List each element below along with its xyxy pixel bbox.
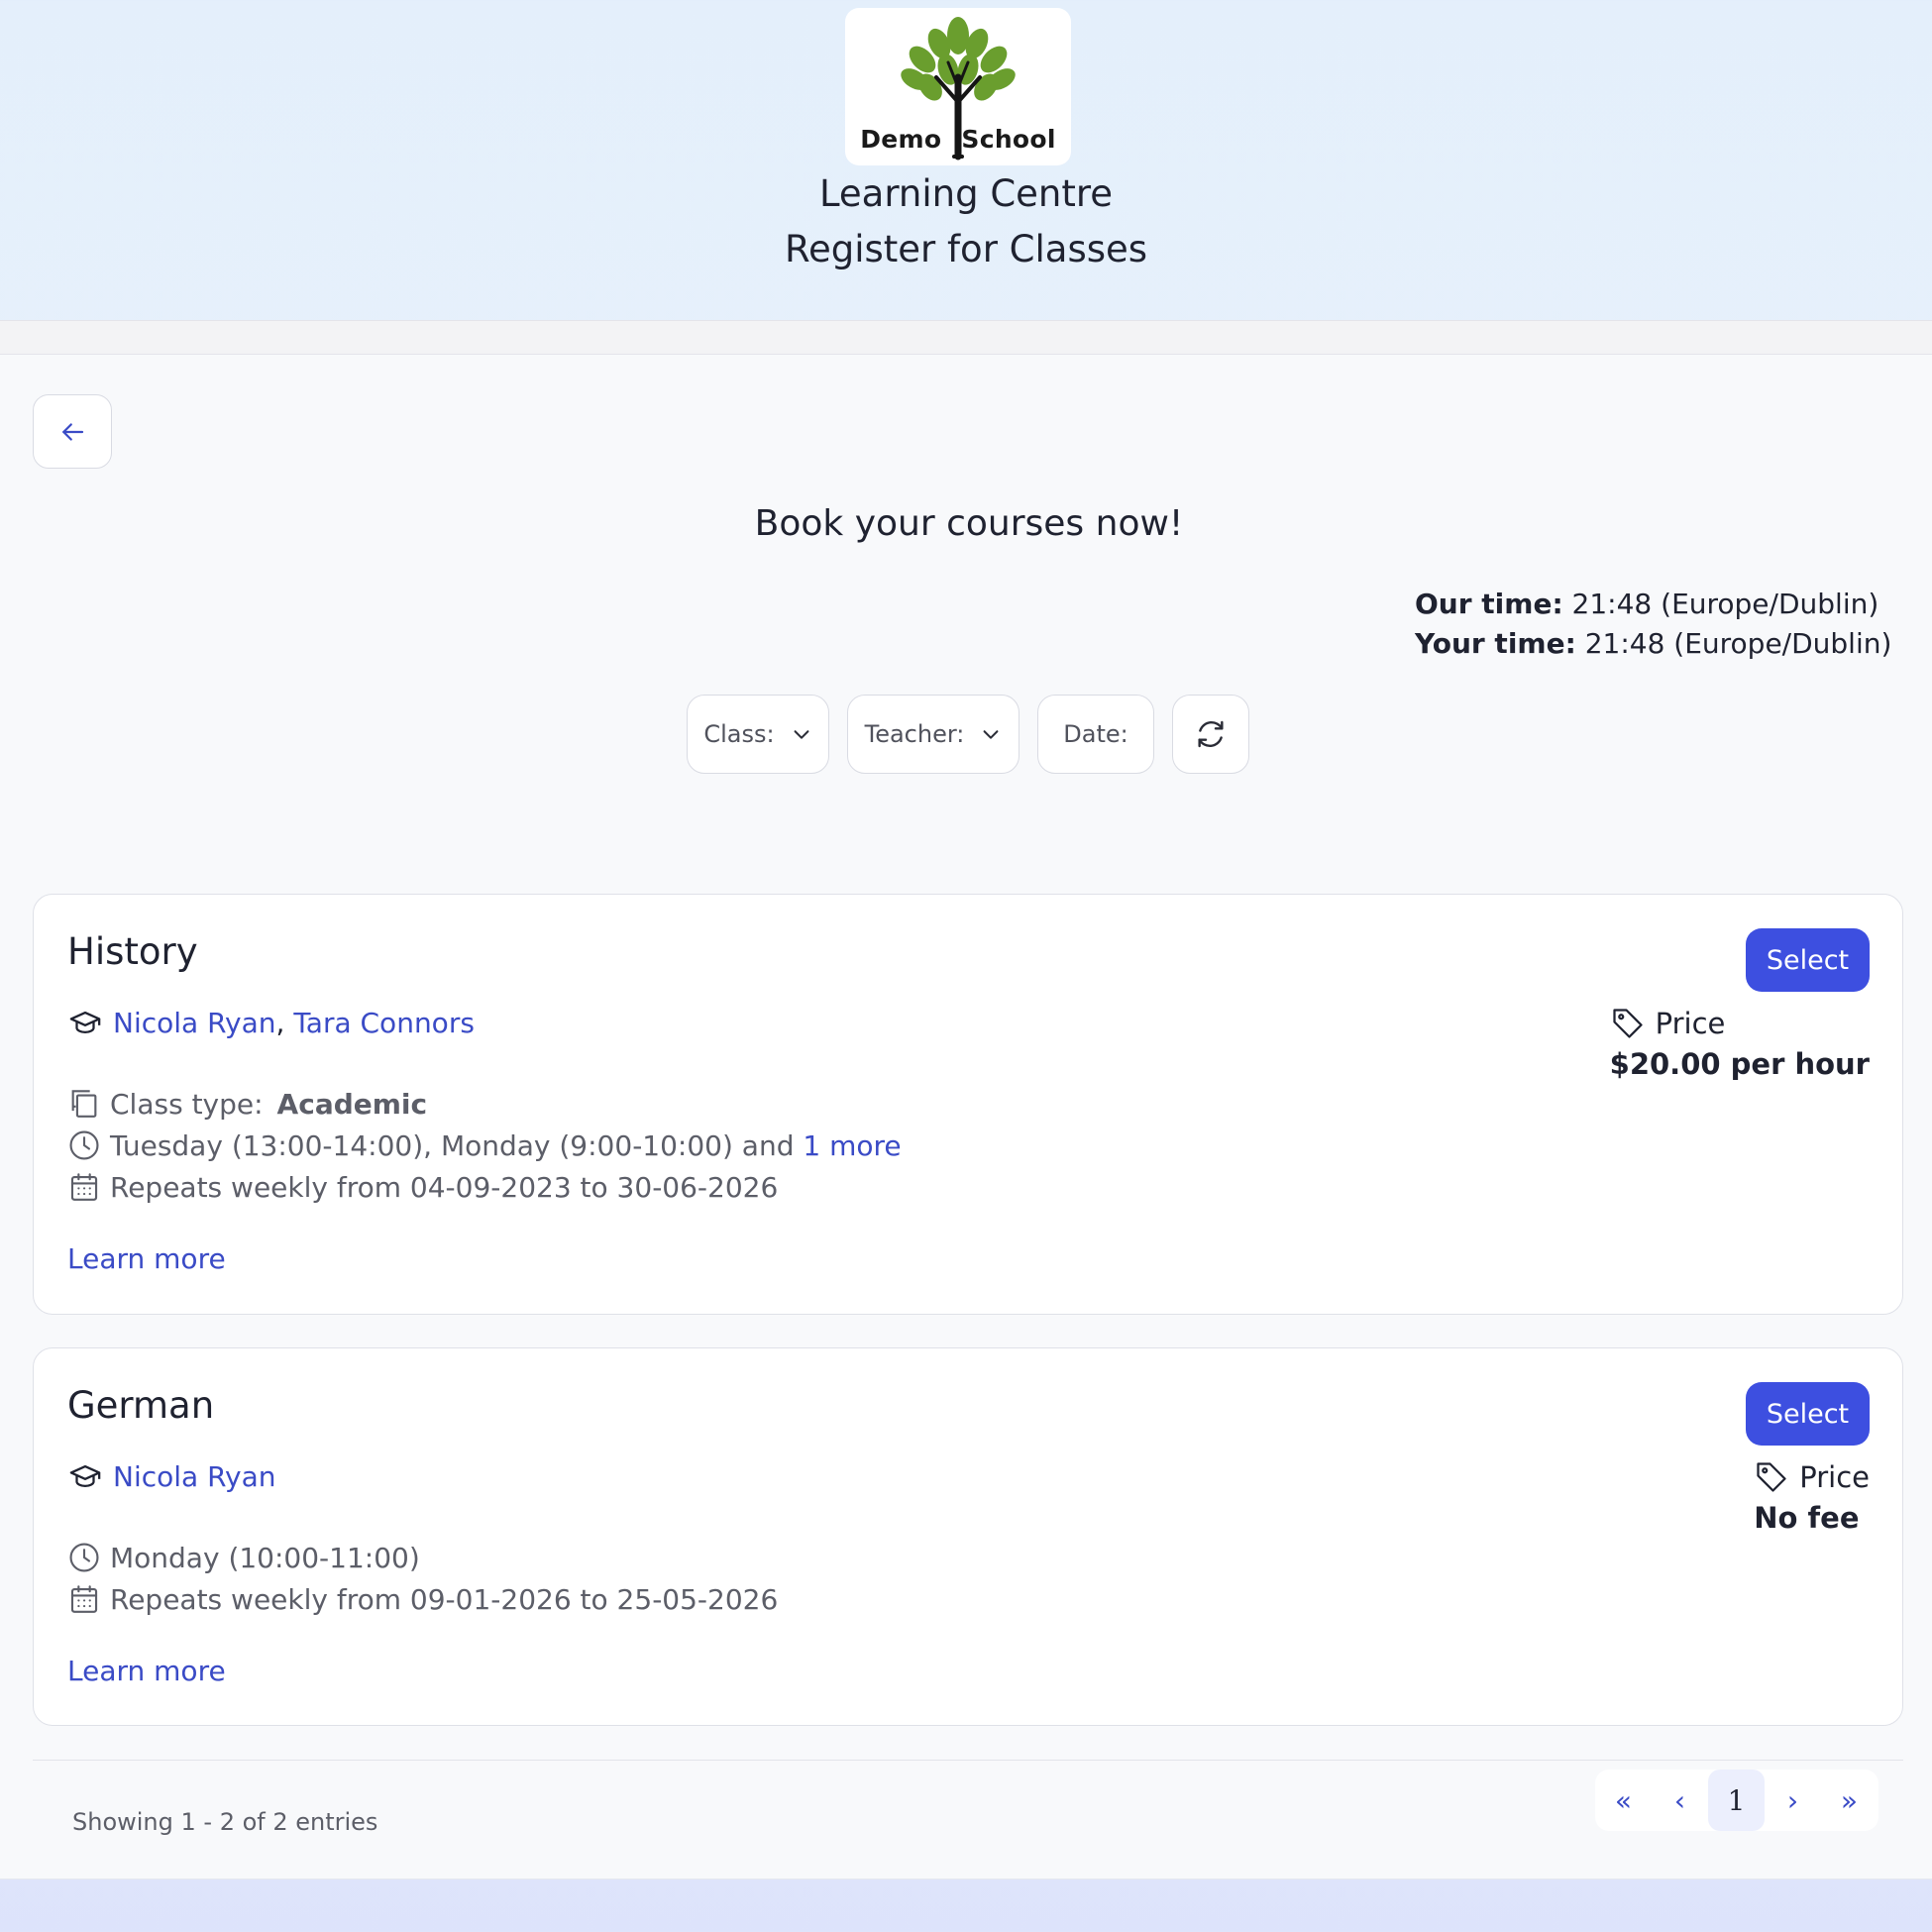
pagination: « ‹ 1 › » bbox=[1595, 1770, 1878, 1831]
refresh-button[interactable] bbox=[1172, 695, 1249, 774]
logo-wordmark: Demo School bbox=[845, 125, 1071, 154]
next-page-button[interactable]: › bbox=[1765, 1770, 1821, 1831]
class-filter-label: Class: bbox=[703, 720, 775, 748]
first-page-button[interactable]: « bbox=[1595, 1770, 1652, 1831]
class-filter-dropdown[interactable]: Class: bbox=[687, 695, 829, 774]
page-heading: Book your courses now! bbox=[754, 503, 1184, 544]
prev-page-button[interactable]: ‹ bbox=[1652, 1770, 1708, 1831]
schedule-row: Tuesday (13:00-14:00), Monday (9:00-10:0… bbox=[67, 1128, 902, 1162]
last-page-button[interactable]: » bbox=[1821, 1770, 1878, 1831]
select-button[interactable]: Select bbox=[1746, 1382, 1870, 1446]
site-title: Learning Centre bbox=[818, 172, 1114, 215]
page-header: Demo School Learning Centre Register for … bbox=[0, 0, 1932, 320]
class-type-label: Class type: bbox=[110, 1087, 264, 1121]
date-filter[interactable]: Date: bbox=[1037, 695, 1154, 774]
calendar-icon bbox=[67, 1170, 101, 1204]
course-teachers: Nicola Ryan bbox=[67, 1459, 276, 1493]
clock-icon bbox=[67, 1128, 101, 1162]
teacher-link[interactable]: Tara Connors bbox=[293, 1007, 475, 1039]
panel-top-bar bbox=[0, 320, 1932, 355]
repeats-row: Repeats weekly from 04-09-2023 to 30-06-… bbox=[67, 1170, 778, 1204]
our-time-value: 21:48 (Europe/Dublin) bbox=[1571, 588, 1879, 620]
class-type-icon bbox=[67, 1087, 101, 1121]
learn-more-link[interactable]: Learn more bbox=[67, 1242, 226, 1275]
learn-more-link[interactable]: Learn more bbox=[67, 1655, 226, 1687]
schedule-more-link[interactable]: 1 more bbox=[803, 1129, 901, 1162]
entries-count: Showing 1 - 2 of 2 entries bbox=[72, 1808, 378, 1836]
our-time-label: Our time: bbox=[1415, 588, 1563, 620]
class-type-row: Class type: Academic bbox=[67, 1087, 427, 1121]
clock-icon bbox=[67, 1541, 101, 1574]
course-title: German bbox=[67, 1384, 215, 1427]
refresh-icon bbox=[1198, 720, 1224, 748]
date-filter-label: Date: bbox=[1063, 720, 1128, 748]
price-label: Price bbox=[1799, 1460, 1870, 1494]
price-value: $20.00 per hour bbox=[1609, 1047, 1870, 1081]
price-block: Price No fee bbox=[1754, 1459, 1870, 1535]
chevron-down-icon bbox=[794, 730, 809, 739]
tag-icon bbox=[1757, 1462, 1786, 1492]
course-title: History bbox=[67, 930, 198, 973]
back-button[interactable] bbox=[33, 394, 112, 469]
main-panel: Book your courses now! Our time: 21:48 (… bbox=[0, 355, 1932, 1879]
arrow-left-icon bbox=[62, 422, 84, 441]
time-info: Our time: 21:48 (Europe/Dublin) Your tim… bbox=[1415, 585, 1891, 664]
teacher-link[interactable]: Nicola Ryan bbox=[113, 1460, 276, 1493]
repeats-text: Repeats weekly from 04-09-2023 to 30-06-… bbox=[110, 1170, 779, 1204]
schedule-row: Monday (10:00-11:00) bbox=[67, 1541, 420, 1574]
chevron-down-icon bbox=[983, 730, 999, 739]
price-label: Price bbox=[1655, 1007, 1726, 1040]
our-time-row: Our time: 21:48 (Europe/Dublin) bbox=[1415, 585, 1891, 624]
your-time-value: 21:48 (Europe/Dublin) bbox=[1584, 627, 1892, 660]
repeats-row: Repeats weekly from 09-01-2026 to 25-05-… bbox=[67, 1582, 778, 1616]
tag-icon bbox=[1613, 1009, 1643, 1038]
your-time-row: Your time: 21:48 (Europe/Dublin) bbox=[1415, 624, 1891, 664]
calendar-icon bbox=[67, 1582, 101, 1616]
course-card: History Select Nicola Ryan, Tara Connors… bbox=[33, 894, 1903, 1315]
graduation-cap-icon bbox=[67, 1006, 103, 1039]
logo-word-1: Demo bbox=[860, 125, 942, 154]
course-card: German Select Nicola Ryan Monday (10:00-… bbox=[33, 1347, 1903, 1726]
teacher-link[interactable]: Nicola Ryan bbox=[113, 1007, 276, 1039]
teacher-filter-dropdown[interactable]: Teacher: bbox=[847, 695, 1020, 774]
schedule-text: Monday (10:00-11:00) bbox=[110, 1541, 420, 1574]
logo-word-2: School bbox=[961, 125, 1056, 154]
class-type-value: Academic bbox=[276, 1087, 428, 1121]
teacher-filter-label: Teacher: bbox=[864, 720, 965, 748]
footer-divider bbox=[33, 1760, 1903, 1761]
course-teachers: Nicola Ryan, Tara Connors bbox=[67, 1006, 475, 1039]
site-subtitle: Register for Classes bbox=[784, 228, 1148, 270]
price-value: No fee bbox=[1754, 1501, 1860, 1535]
school-logo: Demo School bbox=[845, 8, 1071, 165]
teacher-separator: , bbox=[275, 1006, 285, 1039]
repeats-text: Repeats weekly from 09-01-2026 to 25-05-… bbox=[110, 1582, 779, 1616]
price-block: Price $20.00 per hour bbox=[1610, 1006, 1870, 1081]
price-label-row: Price bbox=[1610, 1006, 1870, 1041]
graduation-cap-icon bbox=[67, 1459, 103, 1493]
current-page-button[interactable]: 1 bbox=[1708, 1770, 1765, 1831]
price-label-row: Price bbox=[1754, 1459, 1870, 1495]
your-time-label: Your time: bbox=[1415, 627, 1576, 660]
select-button[interactable]: Select bbox=[1746, 928, 1870, 992]
schedule-text: Tuesday (13:00-14:00), Monday (9:00-10:0… bbox=[110, 1128, 795, 1162]
